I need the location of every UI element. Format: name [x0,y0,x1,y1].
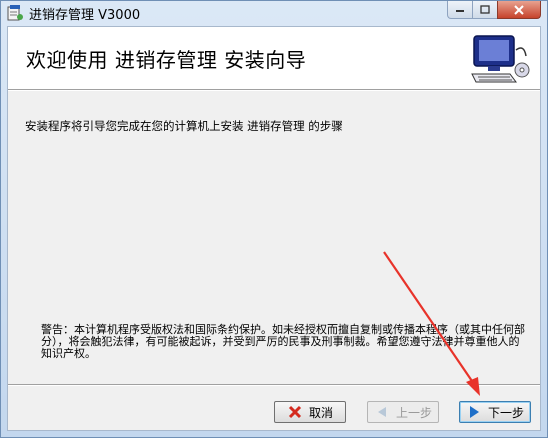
next-button-label: 下一步 [487,405,524,420]
footer-divider [8,384,540,386]
maximize-button[interactable] [472,1,498,19]
maximize-icon [480,5,490,14]
minimize-button[interactable] [447,1,473,19]
installer-app-icon [6,4,24,22]
minimize-icon [456,9,464,12]
cancel-button-label: 取消 [308,405,333,420]
back-button[interactable]: 上一步 [367,401,439,423]
next-button[interactable]: 下一步 [459,401,531,423]
title-bar[interactable]: 进销存管理 V3000 [1,1,547,25]
cancel-button[interactable]: 取消 [274,401,346,423]
wizard-header: 欢迎使用 进销存管理 安装向导 [8,27,540,90]
window-title: 进销存管理 V3000 [29,8,141,23]
back-button-label: 上一步 [395,405,432,420]
close-button[interactable] [497,1,541,19]
back-arrow-icon [374,405,390,419]
close-icon [514,4,524,15]
installer-window: 进销存管理 V3000 欢迎使用 进销存管理 安装向导 安装程序将引导您完成在您… [0,0,548,438]
computer-setup-logo-icon [466,30,532,86]
wizard-client-area: 欢迎使用 进销存管理 安装向导 安装程序将引导您完成在您的计算机上安装 进销存管… [7,26,541,431]
next-arrow-icon [466,405,482,419]
copyright-warning: 警告：本计算机程序受版权法和国际条约保护。如未经授权而擅自复制或传播本程序（或其… [41,323,525,360]
wizard-title: 欢迎使用 进销存管理 安装向导 [26,48,307,72]
cancel-x-icon [287,405,303,419]
intro-text: 安装程序将引导您完成在您的计算机上安装 进销存管理 的步骤 [25,119,343,133]
header-divider [8,90,540,91]
